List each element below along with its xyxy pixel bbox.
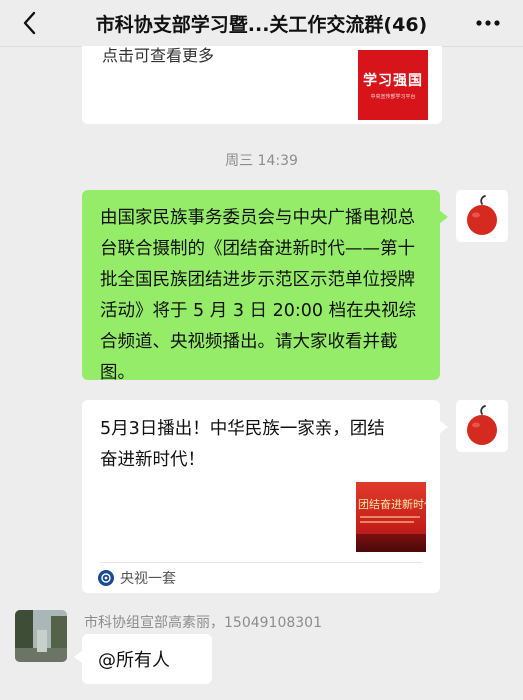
sender-avatar[interactable] xyxy=(15,610,67,662)
chevron-left-icon xyxy=(23,11,36,35)
xuexi-logo: 学习强国 xyxy=(363,73,423,89)
chat-header: 市科协支部学习暨...关工作交流群(46) xyxy=(0,0,523,47)
more-options-button[interactable] xyxy=(475,10,501,36)
message-bubble-sent[interactable]: 由国家民族事务委员会与中央广播电视总台联合摄制的《团结奋进新时代——第十批全国民… xyxy=(82,190,448,383)
sender-name: 市科协组宣部高素丽，15049108301 xyxy=(84,615,322,631)
xuexi-subtext: 中央宣传部学习平台 xyxy=(370,94,416,100)
video-source-label: 央视一套 xyxy=(120,571,176,587)
back-button[interactable] xyxy=(16,10,42,36)
cctv-icon xyxy=(98,570,114,586)
chat-title: 市科协支部学习暨...关工作交流群(46) xyxy=(95,13,428,36)
thumbnail-crowd xyxy=(356,534,426,552)
self-avatar[interactable] xyxy=(456,400,508,452)
landscape-photo-icon xyxy=(15,610,67,662)
divider xyxy=(100,562,422,563)
message-timestamp: 周三 14:39 xyxy=(225,153,298,169)
shared-article-card[interactable]: 点击可查看更多 学习强国 中央宣传部学习平台 xyxy=(82,46,442,124)
thumbnail-title: 团结奋进新时代 xyxy=(358,498,426,511)
thumbnail-decoration xyxy=(360,516,420,518)
video-card-text: 5月3日播出！中华民族一家亲，团结奋进新时代！ xyxy=(100,419,385,470)
more-dots-icon xyxy=(476,20,500,26)
self-avatar[interactable] xyxy=(456,190,508,242)
video-share-card[interactable]: 5月3日播出！中华民族一家亲，团结奋进新时代！ 团结奋进新时代 央视一套 xyxy=(82,400,448,593)
xuexi-qiangguo-thumbnail: 学习强国 中央宣传部学习平台 xyxy=(358,50,428,120)
apple-icon xyxy=(467,195,497,235)
thumbnail-decoration xyxy=(360,521,414,523)
video-thumbnail[interactable]: 团结奋进新时代 xyxy=(356,482,426,552)
apple-icon xyxy=(467,405,497,445)
message-bubble-received[interactable]: @所有人 xyxy=(74,634,212,684)
video-source[interactable]: 央视一套 xyxy=(98,568,176,588)
